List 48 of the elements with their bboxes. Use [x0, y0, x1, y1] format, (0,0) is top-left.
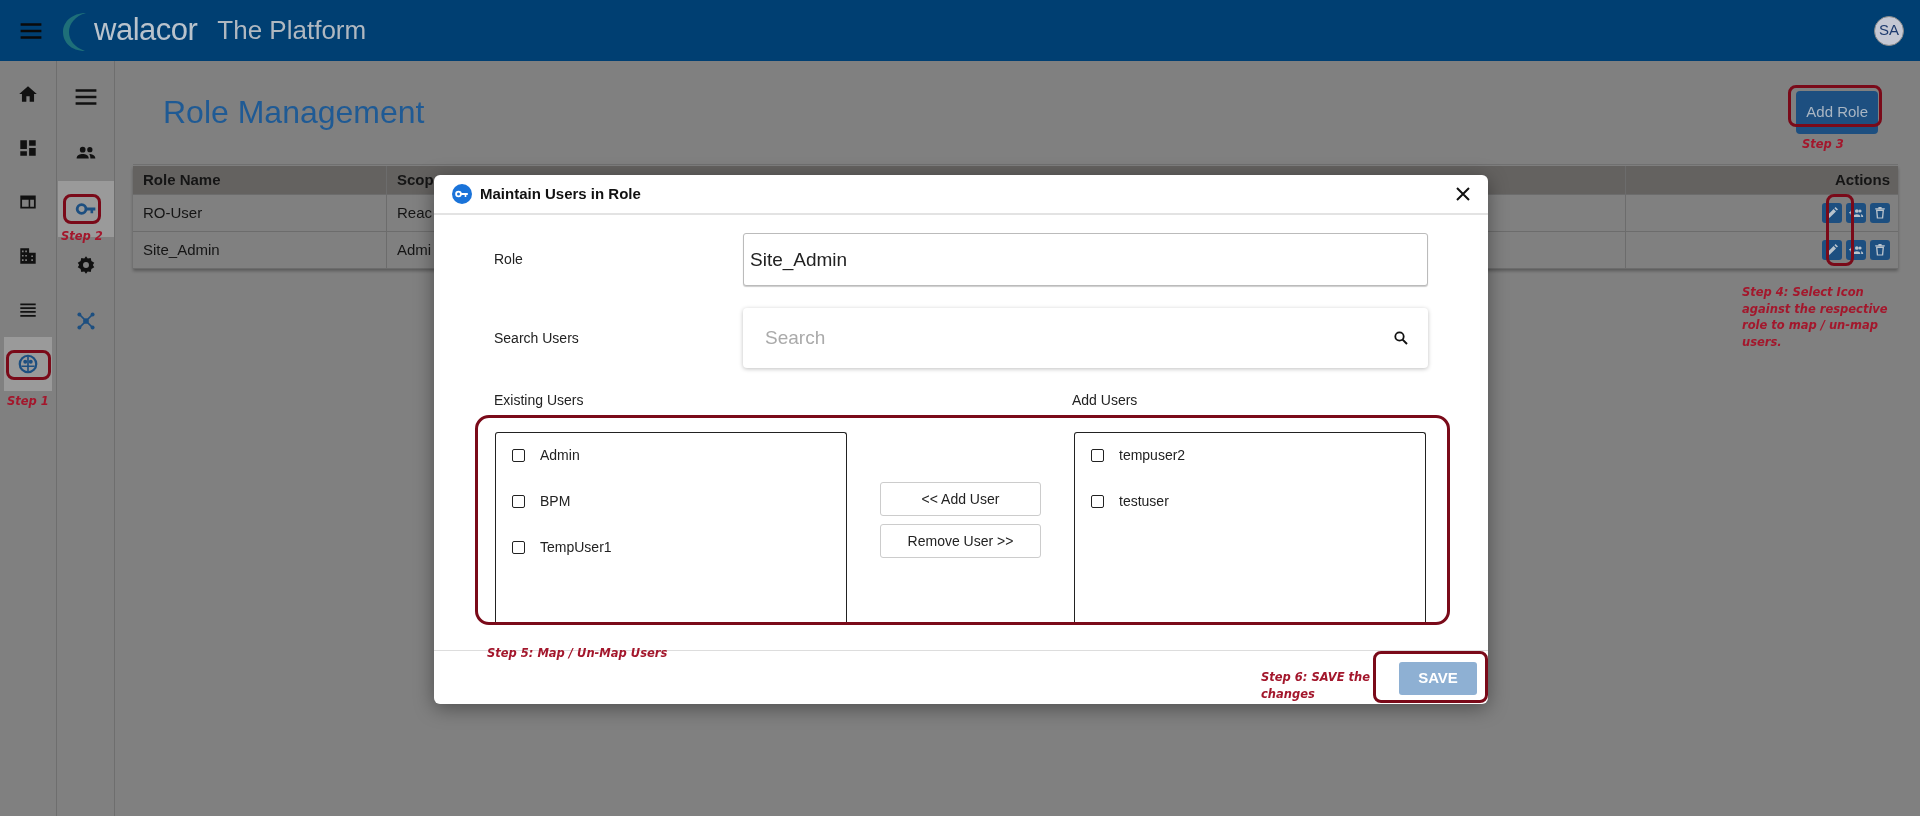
highlight-outline	[63, 194, 101, 224]
add-people-button[interactable]	[1846, 240, 1866, 260]
move-button[interactable]: << Add User	[880, 482, 1041, 516]
user-name: Admin	[540, 446, 580, 465]
user-name: testuser	[1119, 492, 1169, 511]
table-cell: RO-User	[133, 195, 387, 231]
logo-text: walacor	[94, 11, 198, 50]
annotation-note: Step 5: Map / Un-Map Users	[487, 645, 669, 662]
annotation-note: Step 6: SAVE the changes	[1261, 669, 1371, 703]
annotation-note: Step 1	[7, 393, 50, 410]
role-field[interactable]: Site_Admin	[743, 233, 1428, 286]
page-title: Role Management	[163, 93, 425, 132]
trash-icon	[1872, 205, 1888, 221]
avatar[interactable]: SA	[1874, 15, 1904, 46]
table-cell: Site_Admin	[133, 232, 387, 268]
checkbox[interactable]	[1091, 495, 1104, 508]
people-circle-icon	[17, 353, 39, 375]
search-icon	[1394, 331, 1408, 345]
add-people-button[interactable]	[1846, 203, 1866, 223]
building-icon	[17, 245, 39, 267]
trash-button[interactable]	[1870, 203, 1890, 223]
user-name: tempuser2	[1119, 446, 1186, 465]
checkbox[interactable]	[512, 495, 525, 508]
checkbox[interactable]	[512, 449, 525, 462]
user-name: BPM	[540, 492, 571, 511]
field-label: Role	[494, 250, 524, 269]
highlight-outline	[6, 350, 51, 380]
dashboard-icon	[17, 137, 39, 159]
annotation-note: Step 3	[1802, 136, 1845, 153]
close-button[interactable]	[1456, 187, 1470, 201]
move-button[interactable]: Remove User >>	[880, 524, 1041, 558]
column-header: Role Name	[133, 166, 387, 194]
column-header: Actions	[1834, 169, 1891, 190]
trash-button[interactable]	[1870, 240, 1890, 260]
network-icon	[74, 310, 97, 332]
annotation-note: Step 2	[61, 228, 104, 245]
key-icon	[452, 184, 472, 204]
highlight-outline	[1826, 194, 1854, 266]
checkbox[interactable]	[1091, 449, 1104, 462]
checkbox[interactable]	[512, 541, 525, 554]
app-title: The Platform	[217, 14, 367, 47]
trash-icon	[1872, 242, 1888, 258]
user-name: TempUser1	[540, 538, 612, 557]
list-label: Existing Users	[494, 391, 585, 410]
field-label: Search Users	[494, 328, 580, 348]
add-role-button[interactable]: Add Role	[1796, 91, 1878, 134]
annotation-note: Step 4: Select Icon against the respective role to map / un-map users.	[1742, 284, 1889, 351]
list-label: Add Users	[1072, 391, 1139, 410]
